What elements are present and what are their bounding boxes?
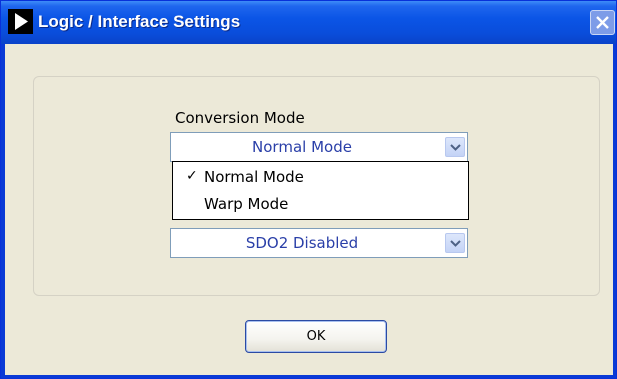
chevron-down-icon <box>450 240 461 247</box>
sdo2-dropdown-button[interactable] <box>445 233 465 253</box>
dropdown-option-normal-mode[interactable]: ✓ Normal Mode <box>173 164 468 190</box>
conversion-mode-value: Normal Mode <box>252 138 352 156</box>
settings-dialog-window: Logic / Interface Settings Conversion Mo… <box>0 0 617 379</box>
play-arrow-icon <box>8 9 33 34</box>
chevron-down-icon <box>450 144 461 151</box>
checkmark-icon: ✓ <box>186 168 198 184</box>
title-bar[interactable]: Logic / Interface Settings <box>1 1 616 44</box>
sdo2-select[interactable]: SDO2 Disabled <box>170 228 468 258</box>
conversion-mode-select[interactable]: Normal Mode <box>170 132 468 162</box>
window-title: Logic / Interface Settings <box>38 12 241 31</box>
conversion-mode-label: Conversion Mode <box>175 109 305 127</box>
close-button[interactable] <box>590 10 615 35</box>
ok-button-label: OK <box>306 329 326 344</box>
option-label: Warp Mode <box>204 195 289 213</box>
dropdown-option-warp-mode[interactable]: Warp Mode <box>173 191 468 217</box>
sdo2-value: SDO2 Disabled <box>245 234 359 252</box>
conversion-mode-dropdown-list: ✓ Normal Mode Warp Mode <box>172 161 469 220</box>
ok-button[interactable]: OK <box>245 320 387 353</box>
option-label: Normal Mode <box>204 168 304 186</box>
dialog-client-area: Conversion Mode Normal Mode ✓ Normal Mod… <box>5 44 613 375</box>
conversion-mode-dropdown-button[interactable] <box>445 137 465 157</box>
close-x-icon <box>596 16 609 29</box>
